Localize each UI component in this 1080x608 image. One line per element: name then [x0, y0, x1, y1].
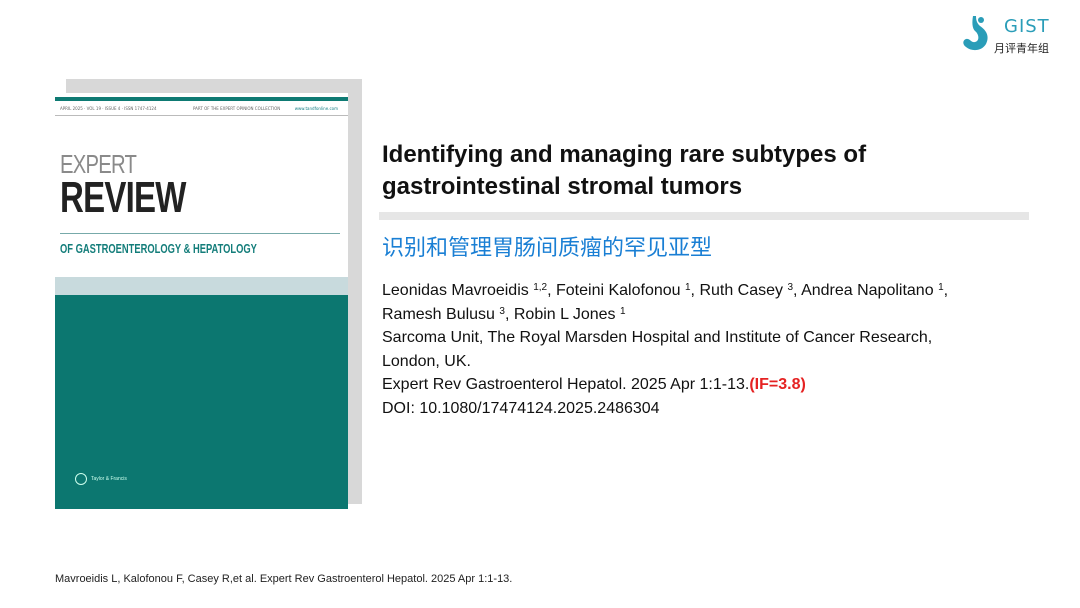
cover-word-review: REVIEW — [60, 173, 186, 222]
cover-light-band — [55, 277, 348, 295]
authors-line2: Ramesh Bulusu 3, Robin L Jones 1 — [382, 305, 626, 323]
footer-citation: Mavroeidis L, Kalofonou F, Casey R,et al… — [55, 573, 513, 585]
affiliation-line2: London, UK. — [382, 352, 471, 370]
article-title-line1: Identifying and managing rare subtypes o… — [382, 141, 867, 168]
doi: DOI: 10.1080/17474124.2025.2486304 — [382, 399, 660, 417]
cover-meta-issue: APRIL 2025 · VOL 19 · ISSUE 4 · ISSN 174… — [60, 106, 157, 111]
stomach-icon — [963, 16, 988, 51]
article-title-line2: gastrointestinal stromal tumors — [382, 173, 743, 200]
author-affiliation: 1 — [938, 282, 944, 293]
cover-meta-url: www.tandfonline.com — [294, 106, 338, 111]
cover-top-rule — [55, 97, 348, 101]
author-name: Leonidas Mavroeidis — [382, 282, 529, 299]
author-name: Ramesh Bulusu — [382, 305, 495, 323]
cover-meta-divider — [55, 115, 348, 116]
logo-name: GIST — [1004, 16, 1050, 37]
author-name: Ruth Casey — [699, 282, 784, 299]
journal-citation: Expert Rev Gastroenterol Hepatol. 2025 A… — [382, 373, 1042, 397]
cover-publisher: Taylor & Francis — [75, 473, 127, 485]
authors-line1: Leonidas Mavroeidis 1,2, Foteini Kalofon… — [382, 282, 949, 299]
journal-cover: APRIL 2025 · VOL 19 · ISSUE 4 · ISSN 174… — [55, 93, 348, 509]
affiliation-line1: Sarcoma Unit, The Royal Marsden Hospital… — [382, 329, 933, 346]
publisher-name: Taylor & Francis — [91, 476, 127, 482]
journal-ref: Expert Rev Gastroenterol Hepatol. 2025 A… — [382, 376, 750, 393]
author-affiliation: 3 — [499, 305, 505, 317]
cover-meta-collection: PART OF THE EXPERT OPINION COLLECTION — [193, 106, 281, 111]
article-title-chinese: 识别和管理胃肠间质瘤的罕见亚型 — [382, 236, 713, 261]
article-title: Identifying and managing rare subtypes o… — [382, 139, 1032, 203]
logo-subtitle: 月评青年组 — [994, 42, 1049, 55]
author-name: Andrea Napolitano — [801, 282, 934, 299]
author-affiliation: 3 — [787, 282, 794, 293]
article-info: Leonidas Mavroeidis 1,2, Foteini Kalofon… — [382, 279, 1042, 420]
title-divider — [379, 212, 1029, 220]
cover-divider — [60, 233, 340, 234]
author-name: Robin L Jones — [513, 305, 616, 323]
publisher-logo-icon — [75, 473, 87, 485]
impact-factor: (IF=3.8) — [749, 376, 806, 393]
gist-logo: GIST 月评青年组 — [960, 12, 1070, 58]
author-name: Foteini Kalofonou — [556, 282, 681, 299]
author-affiliation: 1,2 — [533, 282, 548, 293]
author-affiliation: 1 — [620, 305, 626, 317]
author-affiliation: 1 — [684, 282, 691, 293]
cover-subtitle: OF GASTROENTEROLOGY & HEPATOLOGY — [60, 241, 257, 256]
